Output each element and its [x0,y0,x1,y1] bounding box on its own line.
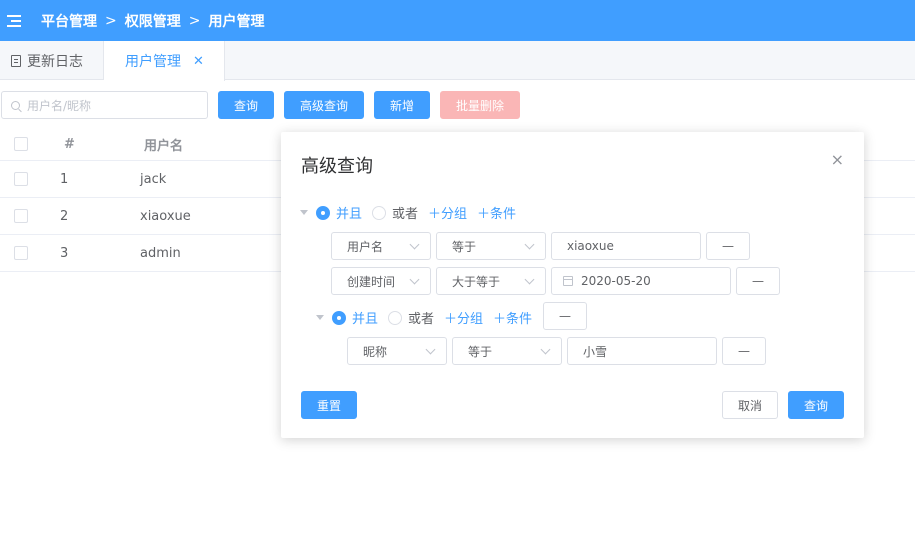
operator-select[interactable]: 等于 [452,337,562,365]
advanced-query-button[interactable]: 高级查询 [284,91,364,119]
dialog-query-button[interactable]: 查询 [788,391,844,419]
row-index: 2 [60,208,69,224]
and-radio[interactable] [332,310,346,325]
add-condition-link[interactable]: ＋条件 [477,203,516,222]
close-icon[interactable]: × [831,150,844,169]
value-input[interactable]: 小雪 [567,337,717,365]
breadcrumb-separator: > [188,12,201,29]
tab-label: 用户管理 [125,54,181,70]
chevron-down-icon [409,274,420,285]
or-radio[interactable] [372,205,387,220]
collapse-caret-icon[interactable] [300,210,308,215]
tab-bar: 更新日志 用户管理 ✕ [0,41,915,81]
row-username: jack [140,171,167,187]
column-header-index: # [64,136,75,152]
operator-select[interactable]: 大于等于 [436,267,546,295]
tab-user-management[interactable]: 用户管理 ✕ [104,41,225,81]
collapse-caret-icon[interactable] [316,315,324,320]
row-username: xiaoxue [140,208,191,224]
top-bar: 平台管理 > 权限管理 > 用户管理 [0,0,915,41]
or-radio-label[interactable]: 或者 [392,203,418,222]
batch-delete-button[interactable]: 批量删除 [440,91,520,119]
query-button[interactable]: 查询 [218,91,274,119]
remove-condition-button[interactable]: — [736,267,780,295]
breadcrumb-separator: > [105,12,117,29]
add-group-link[interactable]: ＋分组 [444,308,483,327]
field-select-value: 昵称 [363,344,388,359]
add-group-link[interactable]: ＋分组 [428,203,467,222]
remove-condition-button[interactable]: — [722,337,766,365]
reset-button[interactable]: 重置 [301,391,357,419]
column-header-username: 用户名 [144,138,184,154]
operator-select-value: 大于等于 [452,274,501,289]
close-icon[interactable]: ✕ [193,54,204,69]
chevron-down-icon [524,239,535,250]
nested-condition-group: 并且 或者 ＋分组 ＋条件 [316,308,542,327]
row-index: 1 [60,171,69,187]
breadcrumb-item[interactable]: 权限管理 [125,11,181,31]
field-select-value: 用户名 [347,239,384,254]
date-input[interactable]: 2020-05-20 [551,267,731,295]
tab-changelog[interactable]: 更新日志 [0,41,104,80]
document-icon [11,54,21,67]
or-radio-label[interactable]: 或者 [408,308,434,327]
chevron-down-icon [425,344,436,355]
field-select[interactable]: 用户名 [331,232,431,260]
calendar-icon [563,276,573,286]
breadcrumb-item: 用户管理 [208,13,265,30]
or-radio[interactable] [388,310,403,325]
tab-label: 更新日志 [27,53,83,70]
remove-condition-button[interactable]: — [706,232,750,260]
row-checkbox[interactable] [14,209,28,223]
condition-group: 并且 或者 ＋分组 ＋条件 [300,203,526,222]
operator-select-value: 等于 [468,344,493,359]
add-condition-link[interactable]: ＋条件 [493,308,532,327]
and-radio-label[interactable]: 并且 [336,203,362,222]
advanced-query-dialog: 高级查询 × 并且 或者 ＋分组 ＋条件 用户名 等于 xiaoxue — 创建… [281,132,864,438]
row-username: admin [140,245,181,261]
chevron-down-icon [540,344,551,355]
and-radio[interactable] [316,205,330,220]
field-select[interactable]: 创建时间 [331,267,431,295]
breadcrumb: 平台管理 > 权限管理 > 用户管理 [41,11,264,31]
cancel-button[interactable]: 取消 [722,391,778,419]
date-input-value: 2020-05-20 [581,274,651,288]
row-checkbox[interactable] [14,172,28,186]
add-button[interactable]: 新增 [374,91,430,119]
search-placeholder: 用户名/昵称 [27,98,92,113]
row-index: 3 [60,245,69,261]
field-select[interactable]: 昵称 [347,337,447,365]
search-input[interactable]: 用户名/昵称 [1,91,208,119]
remove-group-button[interactable]: — [543,302,587,330]
chevron-down-icon [524,274,535,285]
menu-toggle-icon[interactable] [7,14,21,27]
operator-select-value: 等于 [452,239,477,254]
operator-select[interactable]: 等于 [436,232,546,260]
search-icon [11,100,20,110]
row-checkbox[interactable] [14,246,28,260]
value-input[interactable]: xiaoxue [551,232,701,260]
and-radio-label[interactable]: 并且 [352,308,378,327]
chevron-down-icon [409,239,420,250]
dialog-title: 高级查询 [301,156,373,177]
field-select-value: 创建时间 [347,274,396,289]
select-all-checkbox[interactable] [14,137,28,151]
breadcrumb-item[interactable]: 平台管理 [41,11,97,31]
